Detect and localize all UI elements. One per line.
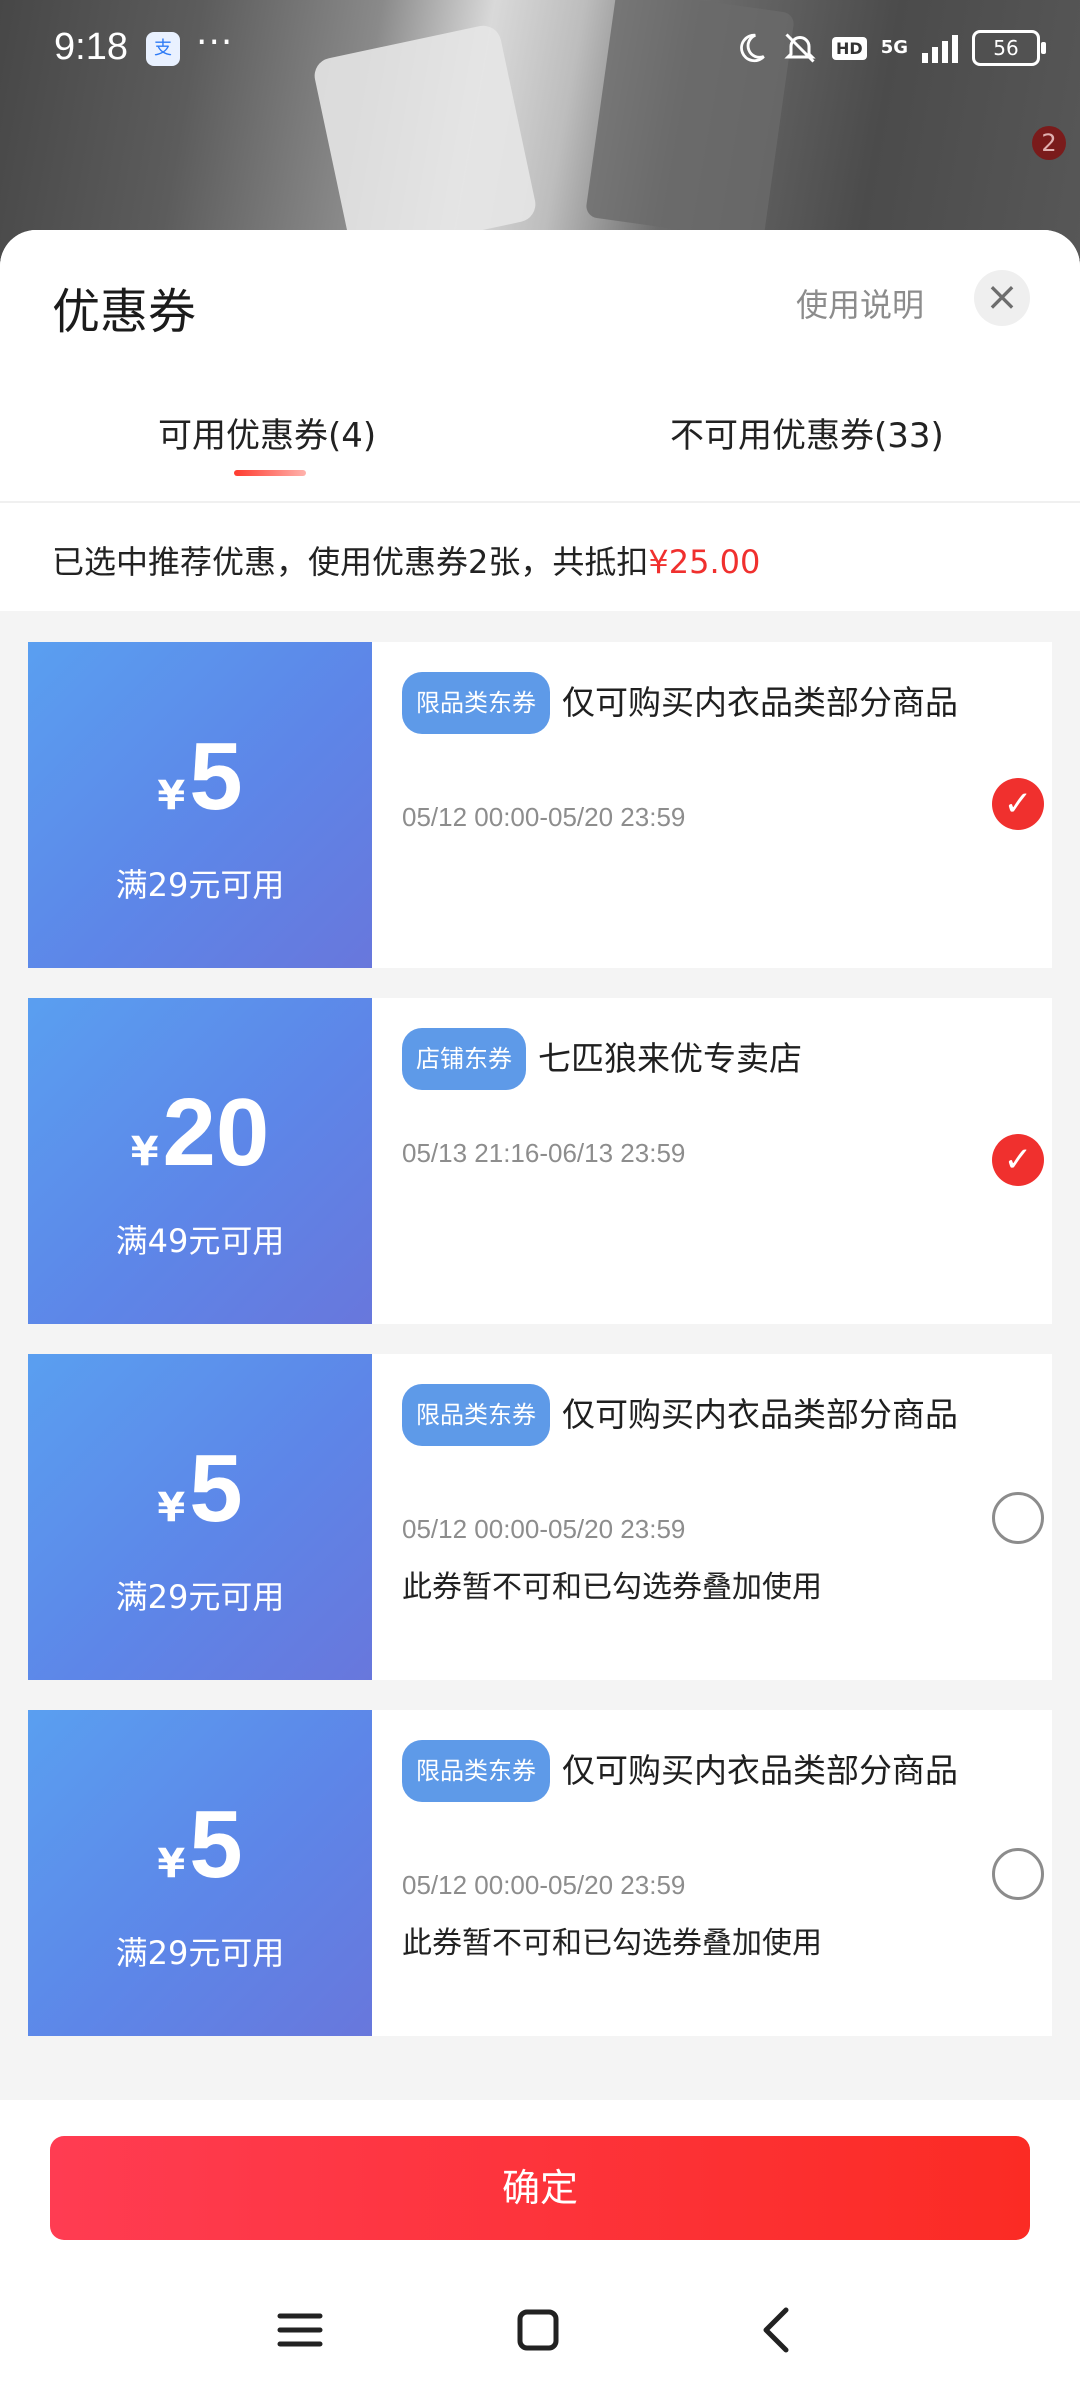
coupon-amount: 5: [189, 723, 243, 830]
selected-check-icon[interactable]: ✓: [992, 1134, 1044, 1186]
coupon-type-tag: 限品类东券: [402, 1384, 550, 1446]
coupon-value-panel: ¥5 满29元可用: [22, 1354, 372, 1680]
coupon-title: 仅可购买内衣品类部分商品: [562, 683, 958, 722]
coupon-condition: 满29元可用: [115, 1934, 285, 1972]
currency-symbol: ¥: [157, 1841, 186, 1887]
coupon-card[interactable]: ¥5 满29元可用 限品类东券 仅可购买内衣品类部分商品 05/12 00:00-…: [22, 642, 1052, 968]
coupon-validity-date: 05/12 00:00-05/20 23:59: [402, 802, 686, 832]
more-notifications-icon: ···: [196, 22, 234, 63]
coupon-title: 仅可购买内衣品类部分商品: [562, 1395, 958, 1434]
coupon-stacking-note: 此券暂不可和已勾选券叠加使用: [402, 1926, 822, 1961]
home-nav-icon[interactable]: [508, 2300, 568, 2360]
close-button[interactable]: ×: [974, 270, 1030, 326]
selected-check-icon[interactable]: ✓: [992, 778, 1044, 830]
unselected-radio[interactable]: [992, 1492, 1044, 1544]
tab-available-coupons[interactable]: 可用优惠券(4): [158, 408, 376, 457]
coupon-amount: 20: [162, 1079, 270, 1186]
coupon-title: 仅可购买内衣品类部分商品: [562, 1751, 958, 1790]
coupon-card[interactable]: ¥20 满49元可用 店铺东券 七匹狼来优专卖店 05/13 21:16-06/1…: [22, 998, 1052, 1324]
moon-icon: [740, 33, 765, 63]
coupon-value-panel: ¥5 满29元可用: [22, 642, 372, 968]
coupon-value-panel: ¥5 满29元可用: [22, 1710, 372, 2036]
coupon-condition: 满29元可用: [115, 1578, 285, 1616]
coupon-condition: 满49元可用: [115, 1222, 285, 1260]
coupon-validity-date: 05/12 00:00-05/20 23:59: [402, 1870, 686, 1900]
coupon-type-tag: 店铺东券: [402, 1028, 526, 1090]
usage-instructions-link[interactable]: 使用说明: [796, 280, 924, 326]
coupon-card[interactable]: ¥5 满29元可用 限品类东券 仅可购买内衣品类部分商品 05/12 00:00-…: [22, 1710, 1052, 2036]
tab-unavailable-coupons[interactable]: 不可用优惠券(33): [670, 408, 944, 457]
confirm-button[interactable]: 确定: [50, 2136, 1030, 2240]
coupon-card[interactable]: ¥5 满29元可用 限品类东券 仅可购买内衣品类部分商品 05/12 00:00-…: [22, 1354, 1052, 1680]
coupon-details: 限品类东券 仅可购买内衣品类部分商品 05/12 00:00-05/20 23:5…: [372, 1710, 1052, 2036]
coupon-condition: 满29元可用: [115, 866, 285, 904]
unselected-radio[interactable]: [992, 1848, 1044, 1900]
alipay-notification-icon: 支: [146, 32, 180, 66]
hd-voice-icon: HD: [832, 36, 867, 60]
coupon-title: 七匹狼来优专卖店: [538, 1039, 802, 1078]
coupon-sheet: 优惠券 使用说明 × 可用优惠券(4) 不可用优惠券(33) 已选中推荐优惠，使…: [0, 230, 1080, 2400]
coupon-details: 限品类东券 仅可购买内衣品类部分商品 05/12 00:00-05/20 23:5…: [372, 642, 1052, 968]
summary-discount-amount: ¥25.00: [648, 543, 761, 581]
menu-nav-icon[interactable]: [270, 2300, 330, 2360]
coupon-value-panel: ¥20 满49元可用: [22, 998, 372, 1324]
sheet-title: 优惠券: [52, 284, 197, 340]
coupon-type-tag: 限品类东券: [402, 1740, 550, 1802]
coupon-amount: 5: [189, 1435, 243, 1542]
coupon-details: 限品类东券 仅可购买内衣品类部分商品 05/12 00:00-05/20 23:5…: [372, 1354, 1052, 1680]
summary-text: 已选中推荐优惠，使用优惠券2张，共抵扣: [52, 543, 649, 581]
coupon-validity-date: 05/13 21:16-06/13 23:59: [402, 1138, 686, 1168]
battery-icon: 56: [972, 30, 1046, 66]
status-time: 9:18: [54, 26, 128, 68]
selection-summary: 已选中推荐优惠，使用优惠券2张，共抵扣¥25.00: [0, 503, 1080, 611]
coupon-type-tag: 限品类东券: [402, 672, 550, 734]
currency-symbol: ¥: [130, 1129, 159, 1175]
cart-count-badge: 2: [1032, 126, 1066, 160]
mute-bell-icon: [784, 33, 816, 63]
signal-strength-icon: [922, 33, 958, 63]
coupon-validity-date: 05/12 00:00-05/20 23:59: [402, 1514, 686, 1544]
back-nav-icon[interactable]: [748, 2300, 808, 2360]
coupon-details: 店铺东券 七匹狼来优专卖店 05/13 21:16-06/13 23:59 ✓: [372, 998, 1052, 1324]
network-type: 5G: [880, 37, 908, 58]
coupon-stacking-note: 此券暂不可和已勾选券叠加使用: [402, 1570, 822, 1605]
active-tab-indicator: [234, 470, 306, 476]
currency-symbol: ¥: [157, 1485, 186, 1531]
currency-symbol: ¥: [157, 773, 186, 819]
coupon-amount: 5: [189, 1791, 243, 1898]
sheet-header: 优惠券 使用说明 × 可用优惠券(4) 不可用优惠券(33): [0, 230, 1080, 503]
status-bar: 9:18 支 ··· HD 5G 56: [0, 0, 1080, 100]
